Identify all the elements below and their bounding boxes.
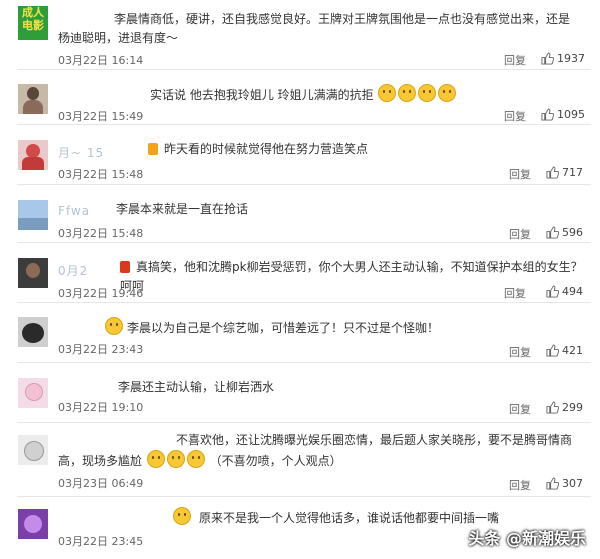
thumbs-up-icon xyxy=(541,108,555,121)
comment-date: 03月22日 23:43 xyxy=(58,343,144,356)
like-button[interactable]: 1095 xyxy=(541,108,585,121)
reply-button[interactable]: 回复 xyxy=(509,226,531,242)
comment-item: 李晨还主动认输，让柳岩洒水 03月22日 19:10 回复 299 xyxy=(0,363,600,423)
comment-date: 03月22日 16:14 xyxy=(58,54,144,67)
comment-text: 实话说 他去抱我玲姐儿 玲姐儿满满的抗拒 xyxy=(150,84,490,105)
thumbs-up-icon xyxy=(541,52,555,65)
like-button[interactable]: 421 xyxy=(546,344,583,357)
emoji-icon xyxy=(148,143,158,155)
avatar[interactable] xyxy=(18,84,48,114)
comment-date: 03月22日 19:46 xyxy=(58,287,144,300)
reply-button[interactable]: 回复 xyxy=(509,166,531,182)
avatar[interactable] xyxy=(18,258,48,288)
comment-text: 昨天看的时候就觉得他在努力营造笑点 xyxy=(148,140,488,159)
comment-item: 成人 电影 李晨情商低，硬讲，还自我感觉良好。王牌对王牌氛围他是一点也没有感觉出… xyxy=(0,0,600,70)
comment-text: 李晨以为自己是个综艺咖，可惜差远了！只不过是个怪咖！ xyxy=(104,317,504,338)
comment-date: 03月22日 23:45 xyxy=(58,535,144,548)
reply-button[interactable]: 回复 xyxy=(509,344,531,360)
reply-button[interactable]: 回复 xyxy=(509,401,531,417)
smile-emoji-icon xyxy=(438,84,457,102)
comment-text: 不喜欢他，还让沈腾曝光娱乐圈恋情，最后题人家关晓彤，要不是腾哥情商高，现场多尴尬… xyxy=(58,433,573,468)
like-button[interactable]: 307 xyxy=(546,477,583,490)
avatar[interactable]: 成人 电影 xyxy=(18,6,48,40)
comment-text: 李晨还主动认输，让柳岩洒水 xyxy=(118,380,275,394)
emoji-icon xyxy=(166,450,185,468)
like-button[interactable]: 1937 xyxy=(541,52,585,65)
smile-emoji-icon xyxy=(398,84,417,102)
reply-button[interactable]: 回复 xyxy=(504,285,526,301)
avatar[interactable] xyxy=(18,435,48,465)
comment-date: 03月23日 06:49 xyxy=(58,477,144,490)
avatar[interactable] xyxy=(18,200,48,230)
comment-text: 李晨本来就是一直在抢话 xyxy=(116,202,249,216)
like-button[interactable]: 717 xyxy=(546,166,583,179)
thumbs-up-icon xyxy=(546,226,560,239)
thumbs-up-icon xyxy=(546,401,560,414)
comment-date: 03月22日 15:48 xyxy=(58,227,144,240)
reply-button[interactable]: 回复 xyxy=(504,108,526,124)
comment-text: 李晨情商低，硬讲，还自我感觉良好。王牌对王牌氛围他是一点也没有感觉出来，还是杨迪… xyxy=(58,12,571,45)
comment-item: 实话说 他去抱我玲姐儿 玲姐儿满满的抗拒 03月22日 15:49 回复 109… xyxy=(0,70,600,125)
avatar[interactable] xyxy=(18,317,48,347)
username[interactable]: 月~ 15 xyxy=(58,144,104,161)
comment-item: 月~ 15 昨天看的时候就觉得他在努力营造笑点 03月22日 15:48 回复 … xyxy=(0,125,600,185)
comment-date: 03月22日 15:49 xyxy=(58,110,144,123)
comment-item: 李晨以为自己是个综艺咖，可惜差远了！只不过是个怪咖！ 03月22日 23:43 … xyxy=(0,303,600,363)
comment-item: 不喜欢他，还让沈腾曝光娱乐圈恋情，最后题人家关晓彤，要不是腾哥情商高，现场多尴尬… xyxy=(0,423,600,497)
comment-item: 0月2 真搞笑，他和沈腾pk柳岩受惩罚，你个大男人还主动认输，不知道保护本组的女… xyxy=(0,243,600,303)
emoji-icon xyxy=(186,450,205,468)
avatar[interactable] xyxy=(18,140,48,170)
smile-emoji-icon xyxy=(418,84,437,102)
emoji-icon xyxy=(105,317,123,335)
thumbs-up-icon xyxy=(546,166,560,179)
thumbs-up-icon xyxy=(546,344,560,357)
username[interactable]: Ffwa xyxy=(58,204,90,218)
reply-button[interactable]: 回复 xyxy=(509,477,531,493)
smile-emoji-icon xyxy=(378,84,397,102)
avatar[interactable] xyxy=(18,509,48,539)
reply-button[interactable]: 回复 xyxy=(504,52,526,68)
avatar[interactable] xyxy=(18,378,48,408)
emoji-icon xyxy=(173,507,191,525)
comment-item: Ffwa 李晨本来就是一直在抢话 03月22日 15:48 回复 596 xyxy=(0,185,600,243)
like-button[interactable]: 596 xyxy=(546,226,583,239)
watermark: 头条 @新潮娱乐 xyxy=(468,529,586,548)
username[interactable]: 0月2 xyxy=(58,262,88,279)
emoji-icon xyxy=(146,450,165,468)
like-button[interactable]: 299 xyxy=(546,401,583,414)
like-button[interactable]: 494 xyxy=(546,285,583,298)
thumbs-up-icon xyxy=(546,477,560,490)
comment-date: 03月22日 15:48 xyxy=(58,168,144,181)
thumbs-up-icon xyxy=(546,285,560,298)
comment-date: 03月22日 19:10 xyxy=(58,401,144,414)
emoji-icon xyxy=(120,261,130,273)
